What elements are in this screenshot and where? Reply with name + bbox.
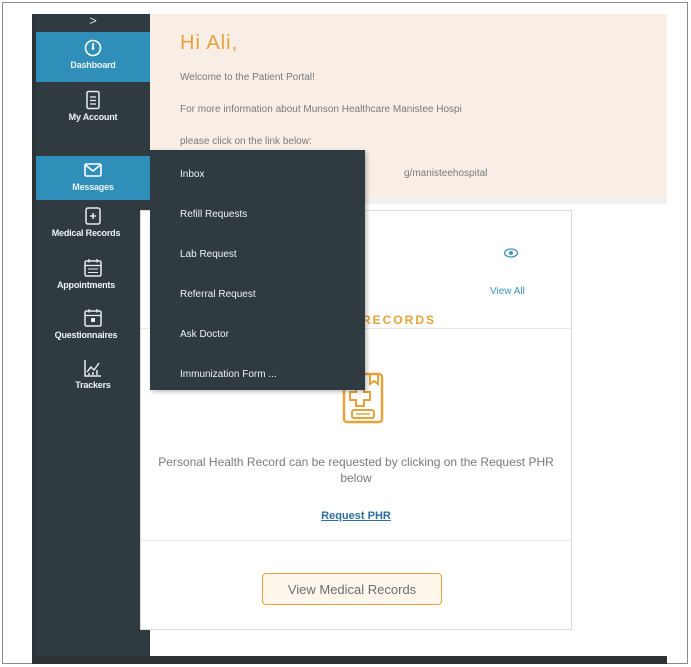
phr-description: Personal Health Record can be requested …	[158, 455, 554, 485]
sidebar-item-questionnaires[interactable]: Questionnaires	[36, 302, 150, 352]
calendar-icon	[84, 259, 102, 277]
info-text: For more information about Munson Health…	[180, 104, 462, 115]
questionnaire-icon	[84, 309, 102, 327]
hospital-link[interactable]: g/manisteehospital	[404, 168, 487, 179]
view-medical-records-button[interactable]: View Medical Records	[262, 573, 442, 605]
sidebar-item-label: Messages	[72, 182, 114, 192]
sidebar-item-dashboard[interactable]: Dashboard	[36, 32, 150, 82]
sidebar-item-label: Appointments	[56, 280, 116, 290]
instruction-text: please click on the link below:	[180, 136, 312, 147]
card-divider	[140, 540, 572, 541]
menu-item-immunization-form[interactable]: Immunization Form ...	[150, 355, 365, 395]
account-icon	[86, 90, 100, 110]
dashboard-icon	[84, 39, 102, 57]
menu-item-lab-request[interactable]: Lab Request	[150, 235, 365, 275]
menu-item-ask-doctor[interactable]: Ask Doctor	[150, 315, 365, 355]
menu-item-referral-request[interactable]: Referral Request	[150, 275, 365, 315]
sidebar-item-label: My Account	[68, 112, 118, 122]
sidebar-item-label: Trackers	[75, 380, 111, 390]
sidebar-item-appointments[interactable]: Appointments	[36, 252, 150, 302]
welcome-text: Welcome to the Patient Portal!	[180, 72, 315, 83]
sidebar: > Dashboard My Account Messages Medical …	[36, 14, 150, 658]
menu-item-inbox[interactable]: Inbox	[150, 155, 365, 195]
sidebar-item-label: Questionnaires	[54, 330, 118, 340]
eye-icon[interactable]	[504, 248, 518, 258]
medical-records-icon	[85, 207, 101, 225]
messages-menu: Inbox Refill Requests Lab Request Referr…	[150, 150, 365, 390]
sidebar-item-label: Medical Records	[51, 228, 121, 238]
greeting: Hi Ali,	[180, 32, 239, 54]
sidebar-item-messages[interactable]: Messages	[36, 156, 150, 200]
request-phr-link[interactable]: Request PHR	[146, 510, 566, 522]
bottom-strip	[36, 656, 667, 664]
sidebar-toggle[interactable]: >	[36, 14, 150, 32]
sidebar-item-trackers[interactable]: Trackers	[36, 352, 150, 402]
sidebar-item-my-account[interactable]: My Account	[36, 84, 150, 134]
section-label: RECORDS	[362, 313, 437, 327]
chart-icon	[84, 360, 101, 377]
menu-item-refill-requests[interactable]: Refill Requests	[150, 195, 365, 235]
envelope-icon	[84, 163, 102, 177]
sidebar-item-medical-records[interactable]: Medical Records	[36, 200, 150, 250]
sidebar-item-label: Dashboard	[70, 60, 116, 70]
view-all-link[interactable]: View All	[490, 286, 525, 297]
